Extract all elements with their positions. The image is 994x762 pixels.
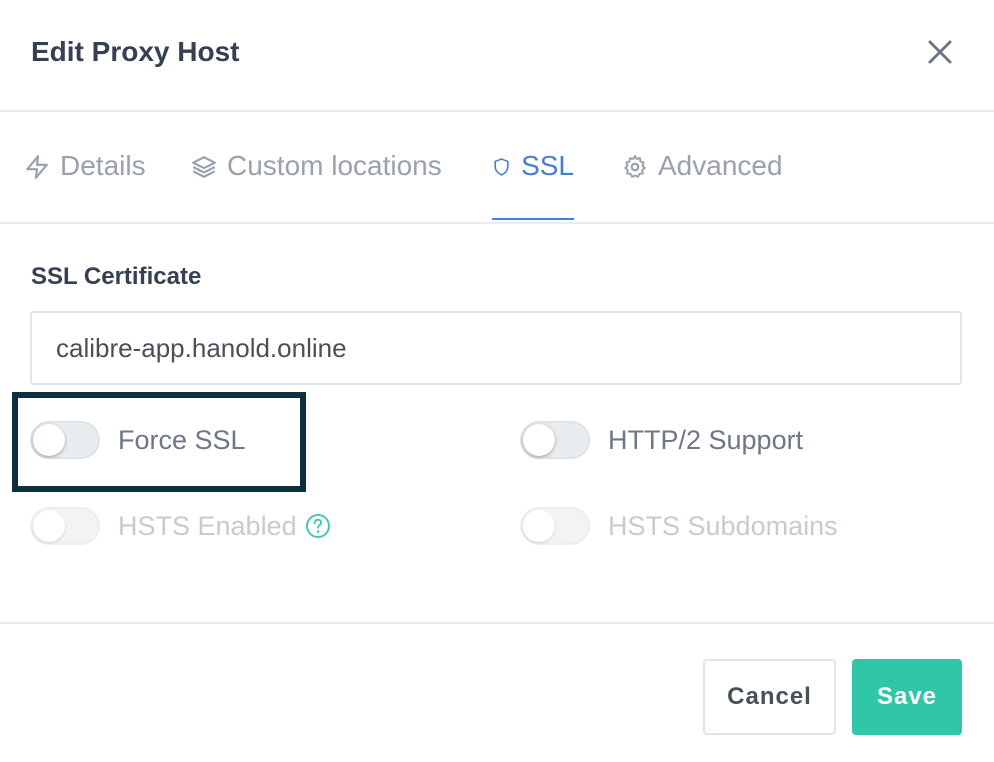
layers-icon xyxy=(192,156,216,178)
tab-custom-locations[interactable]: Custom locations xyxy=(191,150,442,220)
close-icon[interactable] xyxy=(922,34,958,70)
modal-footer: Cancel Save xyxy=(0,622,994,762)
hsts-subdomains-option: HSTS Subdomains xyxy=(520,507,838,545)
ssl-certificate-select[interactable]: calibre-app.hanold.online xyxy=(30,311,962,385)
modal-title: Edit Proxy Host xyxy=(31,36,240,67)
http2-toggle[interactable] xyxy=(520,421,590,459)
hsts-subdomains-label: HSTS Subdomains xyxy=(608,510,838,541)
hsts-option: HSTS Enabled xyxy=(30,507,331,545)
shield-icon xyxy=(494,158,509,176)
help-icon[interactable] xyxy=(305,513,331,539)
tab-details-label: Details xyxy=(60,150,146,181)
tab-details[interactable]: Details xyxy=(24,150,146,220)
tab-advanced[interactable]: Advanced xyxy=(622,150,783,220)
save-button[interactable]: Save xyxy=(852,659,962,735)
cancel-button[interactable]: Cancel xyxy=(703,659,836,735)
http2-option[interactable]: HTTP/2 Support xyxy=(520,421,803,459)
bolt-icon xyxy=(26,155,48,179)
gear-icon xyxy=(624,155,646,178)
tab-advanced-label: Advanced xyxy=(658,150,783,181)
tab-bar: Details Custom locations SSL Advanced xyxy=(0,112,994,224)
ssl-certificate-value: calibre-app.hanold.online xyxy=(56,332,347,363)
highlight-box xyxy=(12,392,306,492)
tab-ssl[interactable]: SSL xyxy=(492,150,574,220)
tab-custom-locations-label: Custom locations xyxy=(227,150,442,181)
tab-ssl-label: SSL xyxy=(521,150,574,181)
ssl-certificate-label: SSL Certificate xyxy=(31,263,202,290)
http2-label: HTTP/2 Support xyxy=(608,424,804,455)
hsts-toggle xyxy=(30,507,100,545)
hsts-label: HSTS Enabled xyxy=(118,510,297,541)
modal-header: Edit Proxy Host xyxy=(0,0,994,112)
hsts-subdomains-toggle xyxy=(520,507,590,545)
